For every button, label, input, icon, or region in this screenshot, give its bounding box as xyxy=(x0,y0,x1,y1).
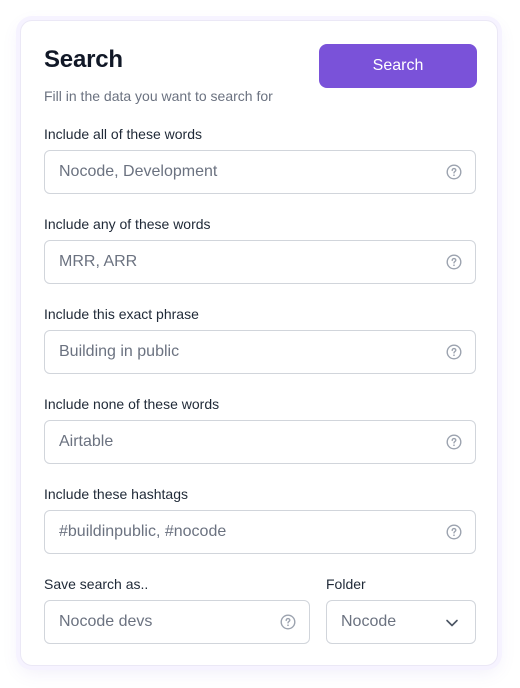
help-circle-icon[interactable] xyxy=(446,254,462,270)
search-card: Search Fill in the data you want to sear… xyxy=(20,20,498,666)
all-words-value: Nocode, Development xyxy=(59,163,218,180)
save-search-value: Nocode devs xyxy=(59,613,153,630)
help-circle-icon[interactable] xyxy=(446,524,462,540)
folder-select[interactable]: Nocode xyxy=(326,600,476,644)
all-words-input[interactable]: Nocode, Development xyxy=(44,150,476,194)
none-words-input[interactable]: Airtable xyxy=(44,420,476,464)
save-search-label: Save search as.. xyxy=(44,576,149,592)
exact-phrase-label: Include this exact phrase xyxy=(44,306,199,322)
any-words-input[interactable]: MRR, ARR xyxy=(44,240,476,284)
folder-selected-value: Nocode xyxy=(341,613,397,630)
none-words-value: Airtable xyxy=(59,433,114,450)
all-words-label: Include all of these words xyxy=(44,126,202,142)
hashtags-input[interactable]: #buildinpublic, #nocode xyxy=(44,510,476,554)
search-button[interactable]: Search xyxy=(319,44,477,88)
exact-phrase-input[interactable]: Building in public xyxy=(44,330,476,374)
any-words-value: MRR, ARR xyxy=(59,253,138,270)
any-words-label: Include any of these words xyxy=(44,216,211,232)
chevron-down-icon xyxy=(446,619,458,627)
save-search-input[interactable]: Nocode devs xyxy=(44,600,310,644)
help-circle-icon[interactable] xyxy=(446,344,462,360)
hashtags-label: Include these hashtags xyxy=(44,486,188,502)
help-circle-icon[interactable] xyxy=(446,434,462,450)
help-circle-icon[interactable] xyxy=(446,164,462,180)
page-subtitle: Fill in the data you want to search for xyxy=(44,88,273,104)
help-circle-icon[interactable] xyxy=(280,614,296,630)
hashtags-value: #buildinpublic, #nocode xyxy=(59,523,227,540)
folder-label: Folder xyxy=(326,576,366,592)
exact-phrase-value: Building in public xyxy=(59,343,180,360)
none-words-label: Include none of these words xyxy=(44,396,220,412)
page-title: Search xyxy=(44,46,123,73)
